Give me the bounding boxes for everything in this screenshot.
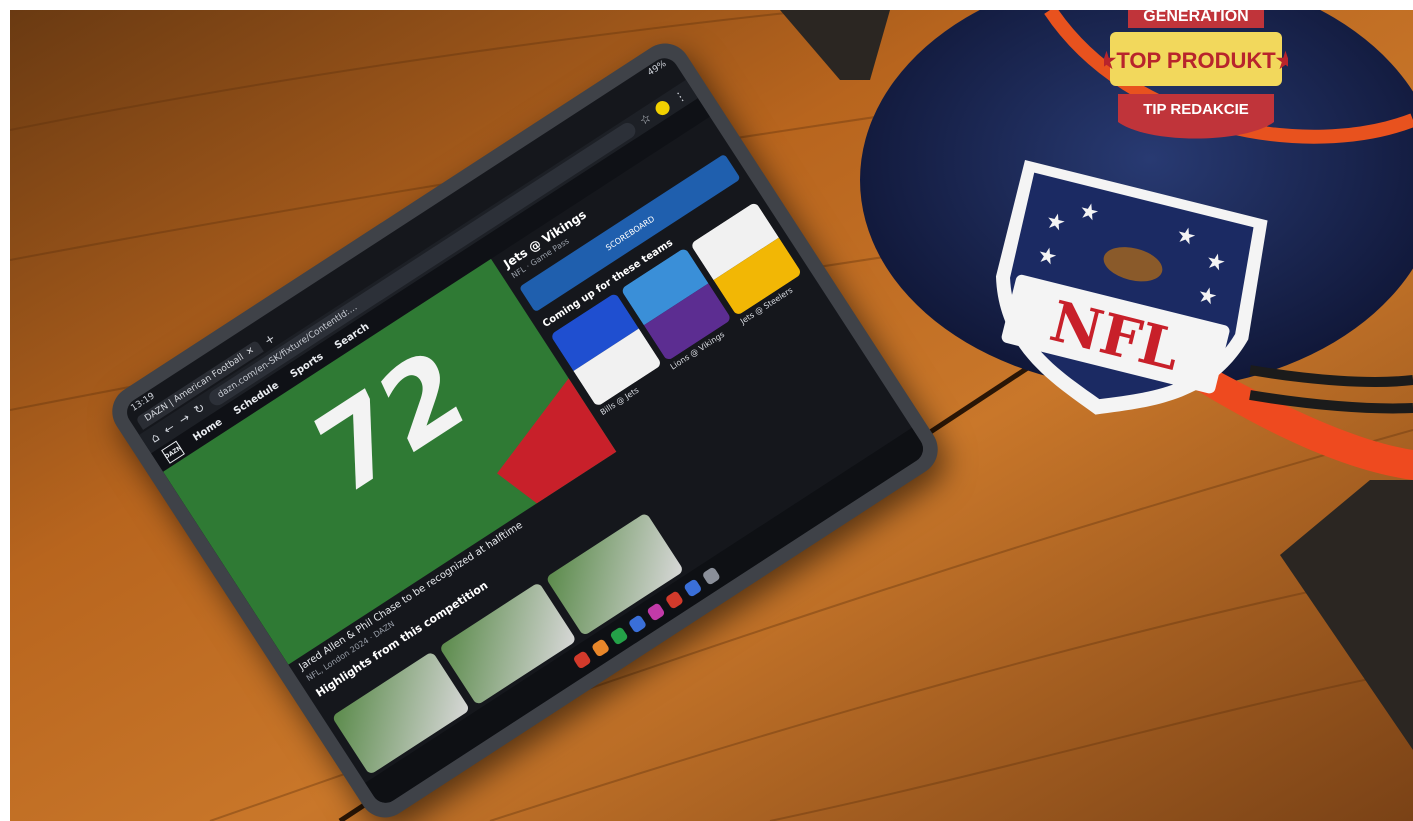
reload-icon[interactable]: ↻ <box>191 400 207 417</box>
forward-icon[interactable]: → <box>176 410 192 427</box>
home-icon[interactable]: ⌂ <box>148 430 162 446</box>
app-icon[interactable] <box>590 638 611 658</box>
badge-title: ★TOP PRODUKT★ <box>1104 48 1288 73</box>
back-icon[interactable]: ← <box>161 420 177 437</box>
top-produkt-badge: GENERATION ★TOP PRODUKT★ TIP REDAKCIE <box>1104 10 1288 139</box>
app-icon[interactable] <box>609 626 629 646</box>
photo: NFL ★ ★ ★ ★ ★ ★ 13:19 49% DAZN | America… <box>10 10 1413 821</box>
app-icon[interactable] <box>572 650 592 670</box>
app-icon[interactable] <box>664 590 685 610</box>
close-icon[interactable]: ✕ <box>245 346 257 358</box>
star-icon[interactable]: ☆ <box>637 110 654 128</box>
avatar[interactable] <box>652 98 673 118</box>
app-icon[interactable] <box>646 602 666 622</box>
app-icon[interactable] <box>701 566 721 586</box>
badge-subtitle: TIP REDAKCIE <box>1143 101 1249 118</box>
app-icon[interactable] <box>683 578 703 598</box>
badge-brand: GENERATION <box>1143 10 1248 25</box>
more-icon[interactable]: ⋮ <box>671 87 689 105</box>
app-icon[interactable] <box>627 614 648 634</box>
